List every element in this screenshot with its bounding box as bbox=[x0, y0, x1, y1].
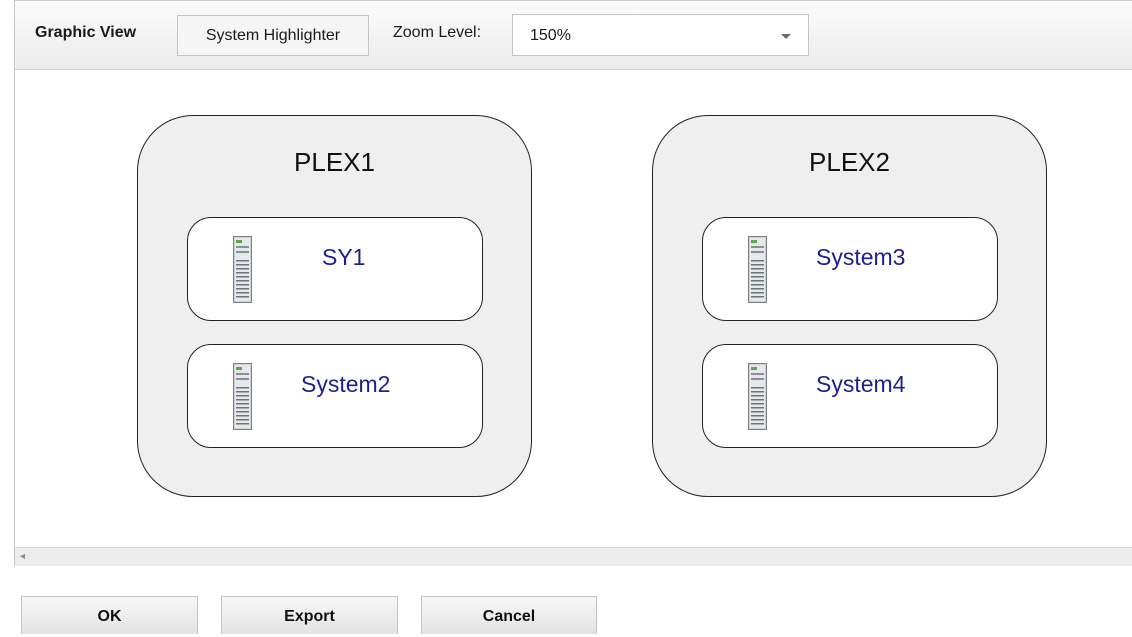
horizontal-scrollbar[interactable]: ◂ bbox=[15, 547, 1132, 566]
cancel-button[interactable]: Cancel bbox=[421, 596, 597, 634]
system-label: SY1 bbox=[322, 244, 366, 270]
system-label: System3 bbox=[816, 244, 906, 270]
chevron-down-icon bbox=[781, 34, 791, 39]
system-label: System4 bbox=[816, 371, 906, 397]
zoom-level-select[interactable]: 150% bbox=[512, 14, 809, 56]
system-label: System2 bbox=[301, 371, 391, 397]
system-highlighter-button[interactable]: System Highlighter bbox=[177, 15, 369, 56]
zoom-level-label: Zoom Level: bbox=[393, 24, 482, 41]
graphic-view-panel: Graphic View System Highlighter Zoom Lev… bbox=[14, 0, 1132, 566]
toolbar: Graphic View System Highlighter Zoom Lev… bbox=[15, 1, 1132, 70]
plex-group-plex2[interactable]: PLEX2 System3 System4 bbox=[652, 115, 1047, 497]
system-node-system4[interactable]: System4 bbox=[702, 344, 998, 448]
graphic-view-title: Graphic View bbox=[35, 24, 137, 41]
plex-title: PLEX1 bbox=[294, 147, 375, 177]
plex-group-plex1[interactable]: PLEX1 SY1 System2 bbox=[137, 115, 532, 497]
scroll-left-arrow-icon[interactable]: ◂ bbox=[20, 551, 25, 562]
system-node-sy1[interactable]: SY1 bbox=[187, 217, 483, 321]
export-button[interactable]: Export bbox=[221, 596, 398, 634]
zoom-level-value: 150% bbox=[530, 27, 571, 44]
graphic-canvas: PLEX1 SY1 System2 PLEX2 System3 System4 bbox=[15, 71, 1132, 547]
system-node-system2[interactable]: System2 bbox=[187, 344, 483, 448]
system-node-system3[interactable]: System3 bbox=[702, 217, 998, 321]
plex-title: PLEX2 bbox=[809, 147, 890, 177]
ok-button[interactable]: OK bbox=[21, 596, 198, 634]
